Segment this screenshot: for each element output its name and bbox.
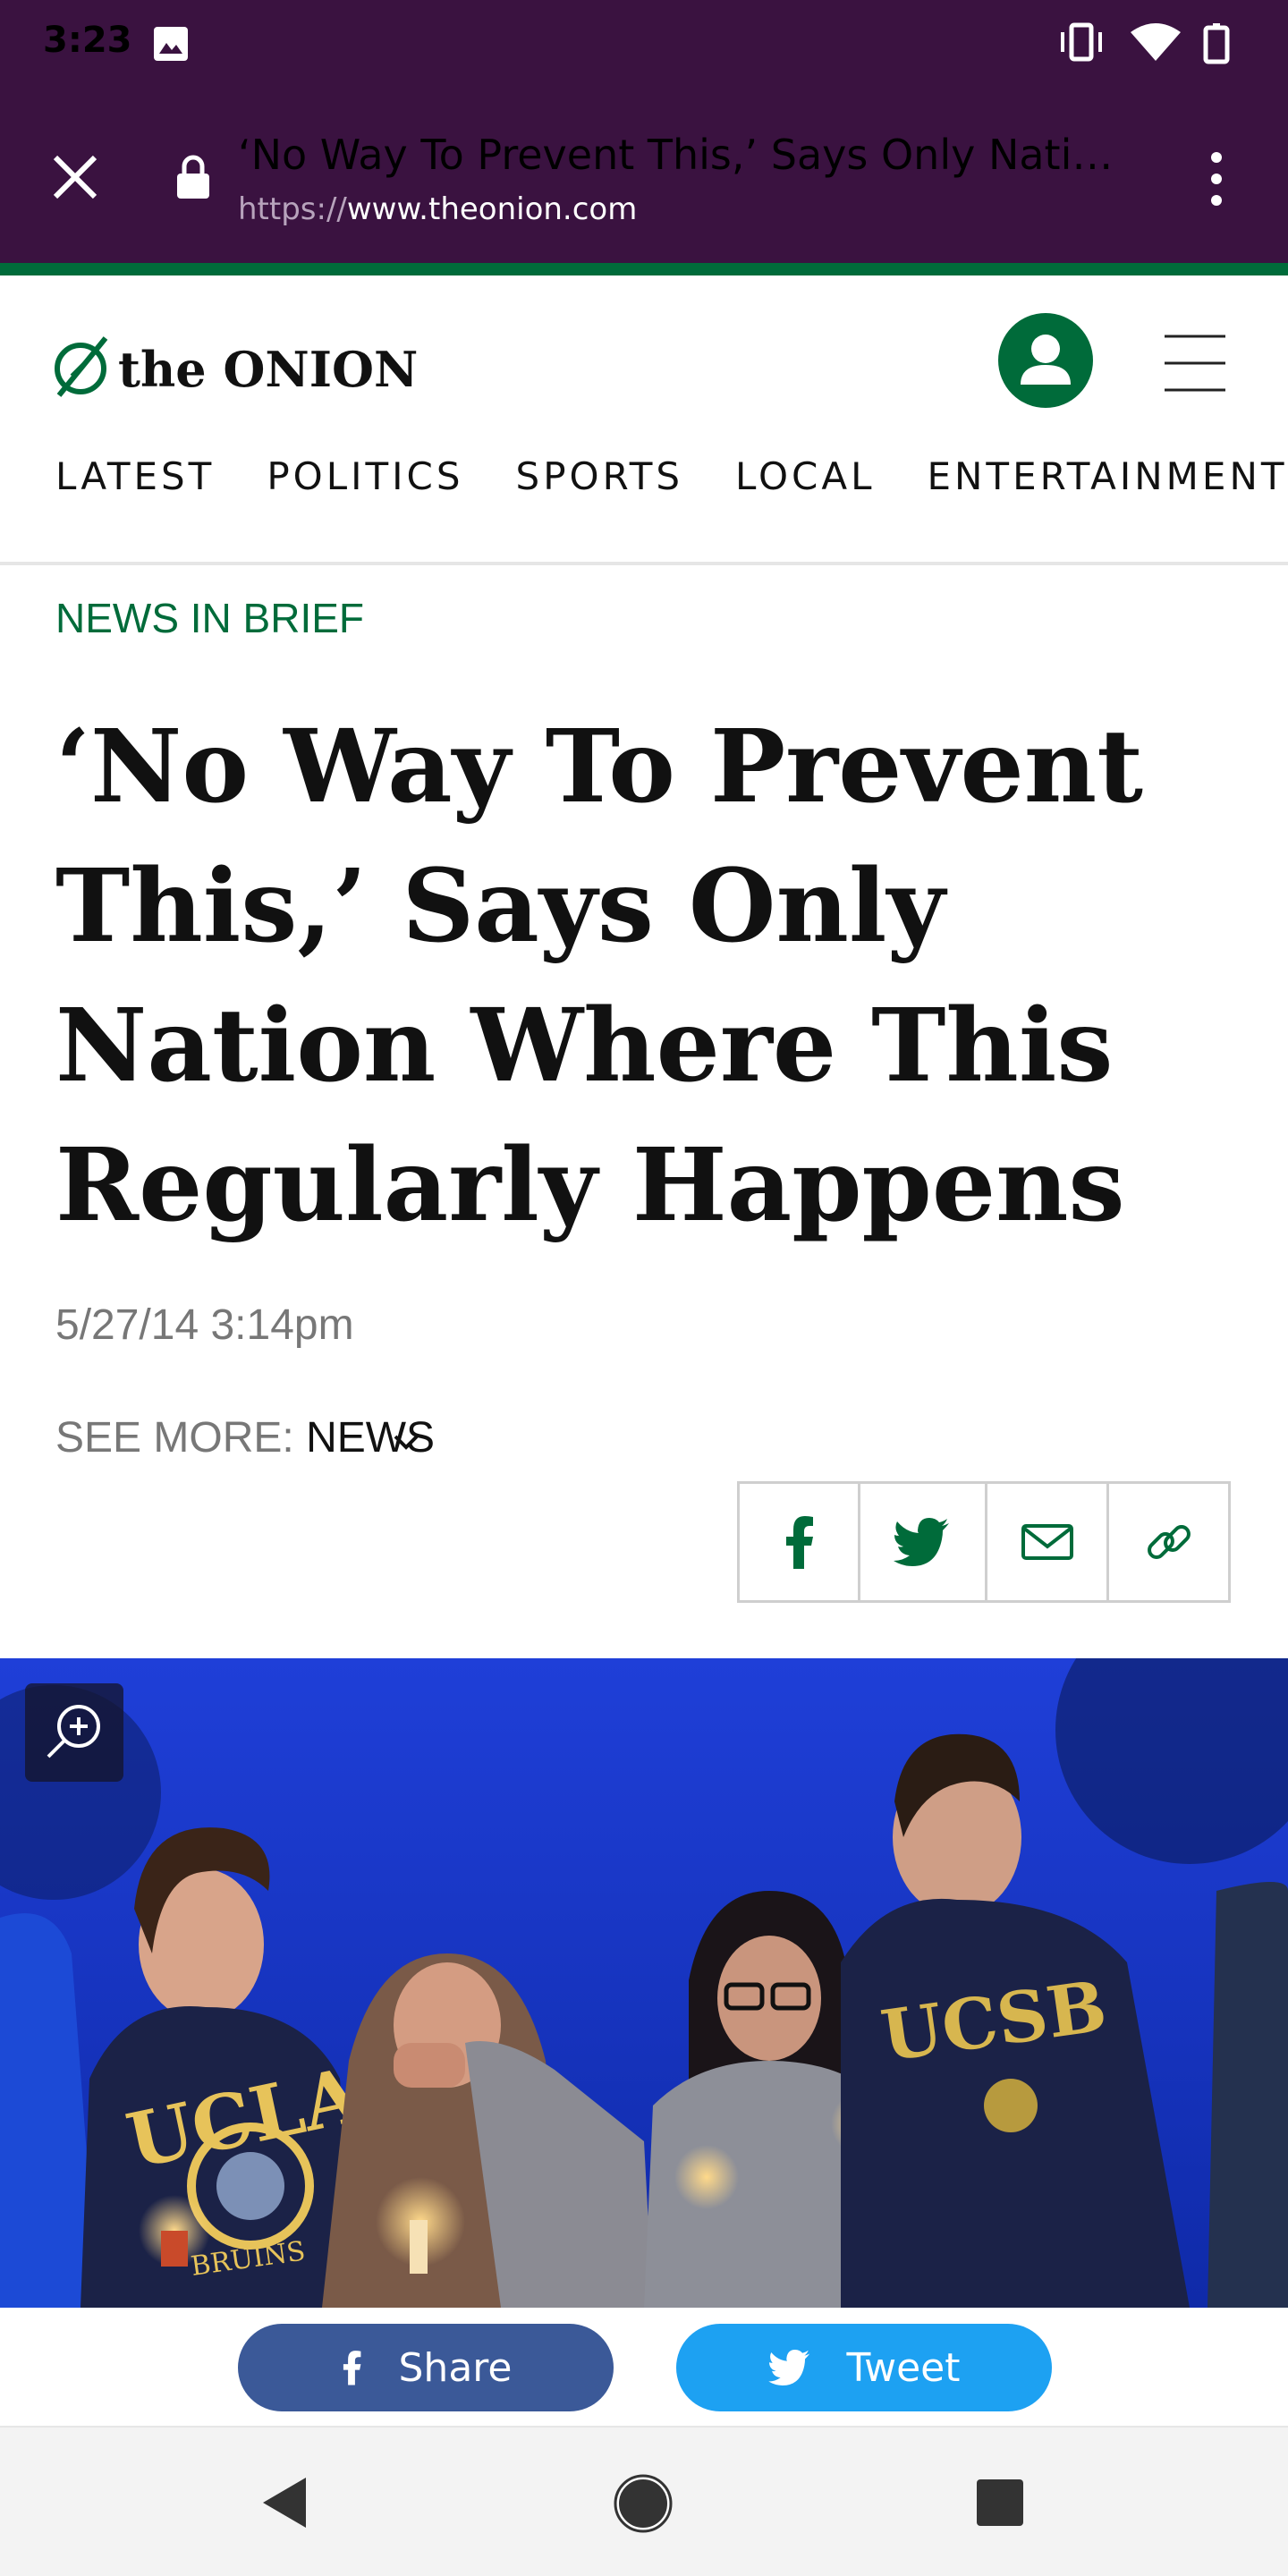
close-icon[interactable] <box>47 148 104 206</box>
see-more[interactable]: SEE MORE: NEWS <box>55 1413 435 1462</box>
nav-local[interactable]: LOCAL <box>735 454 875 498</box>
wifi-icon <box>1131 23 1181 61</box>
sticky-share-bar <box>0 2308 1288 2428</box>
facebook-icon <box>343 2351 360 2385</box>
site-header <box>0 275 1288 565</box>
onion-leaf-icon <box>55 336 108 397</box>
recents-icon[interactable] <box>975 2478 1025 2528</box>
status-icons <box>1061 22 1230 64</box>
logo-text: the ONION <box>118 341 418 398</box>
article-timestamp[interactable]: 5/27/14 3:14pm <box>55 1301 354 1350</box>
browser-accent-line <box>0 263 1288 275</box>
twitter-icon <box>767 2350 809 2385</box>
vigil-photo: UCLA BRUINS UCSB <box>0 1658 1288 2308</box>
see-more-label: SEE MORE: <box>55 1414 307 1462</box>
hero-photo[interactable]: UCLA BRUINS UCSB <box>0 1658 1288 2308</box>
facebook-share-button[interactable] <box>740 1484 860 1600</box>
user-icon <box>1021 335 1071 385</box>
site-logo[interactable]: the ONION <box>54 331 474 402</box>
article-headline: ‘No Way To Prevent This,’ Says Only Nati… <box>55 708 1143 1244</box>
zoom-photo-button[interactable] <box>25 1683 123 1782</box>
account-button[interactable] <box>998 313 1093 408</box>
image-icon <box>154 27 188 61</box>
article-category[interactable]: NEWS IN BRIEF <box>55 594 364 642</box>
back-icon[interactable] <box>258 2474 311 2531</box>
section-nav: LATESTPOLITICSSPORTSLOCALENTERTAINMENTC <box>55 454 1288 504</box>
nav-sports[interactable]: SPORTS <box>516 454 684 498</box>
status-time: 3:23 <box>43 20 132 61</box>
overflow-menu-icon[interactable] <box>1197 147 1236 211</box>
url-scheme: https:// <box>238 191 347 227</box>
nav-politics[interactable]: POLITICS <box>267 454 463 498</box>
facebook-icon <box>785 1516 813 1569</box>
email-share-button[interactable] <box>987 1484 1110 1600</box>
browser-url[interactable]: https://www.theonion.com <box>238 191 637 227</box>
twitter-icon <box>894 1518 950 1566</box>
copy-link-button[interactable] <box>1109 1484 1228 1600</box>
link-icon <box>1147 1525 1191 1559</box>
mail-icon <box>1021 1524 1073 1560</box>
share-icons-group <box>737 1481 1231 1603</box>
twitter-share-button[interactable] <box>860 1484 987 1600</box>
nav-entertainment[interactable]: ENTERTAINMENT <box>927 454 1287 498</box>
zoom-in-icon <box>47 1705 100 1758</box>
nav-latest[interactable]: LATEST <box>55 454 215 498</box>
url-host: www.theonion.com <box>346 191 638 227</box>
hamburger-menu-icon[interactable] <box>1163 333 1227 394</box>
tweet-label: Tweet <box>846 2344 961 2391</box>
home-icon[interactable] <box>614 2474 673 2533</box>
twitter-tweet-pill[interactable]: Tweet <box>676 2324 1052 2411</box>
android-navigation-bar <box>0 2428 1288 2576</box>
battery-icon <box>1203 23 1230 64</box>
vibrate-icon <box>1061 22 1102 62</box>
browser-page-title[interactable]: ‘No Way To Prevent This,’ Says Only Nati… <box>238 131 1132 179</box>
facebook-share-pill[interactable]: Share <box>238 2324 614 2411</box>
facebook-share-label: Share <box>398 2344 513 2391</box>
lock-icon <box>177 155 209 199</box>
chevron-down-icon[interactable] <box>392 1431 420 1453</box>
